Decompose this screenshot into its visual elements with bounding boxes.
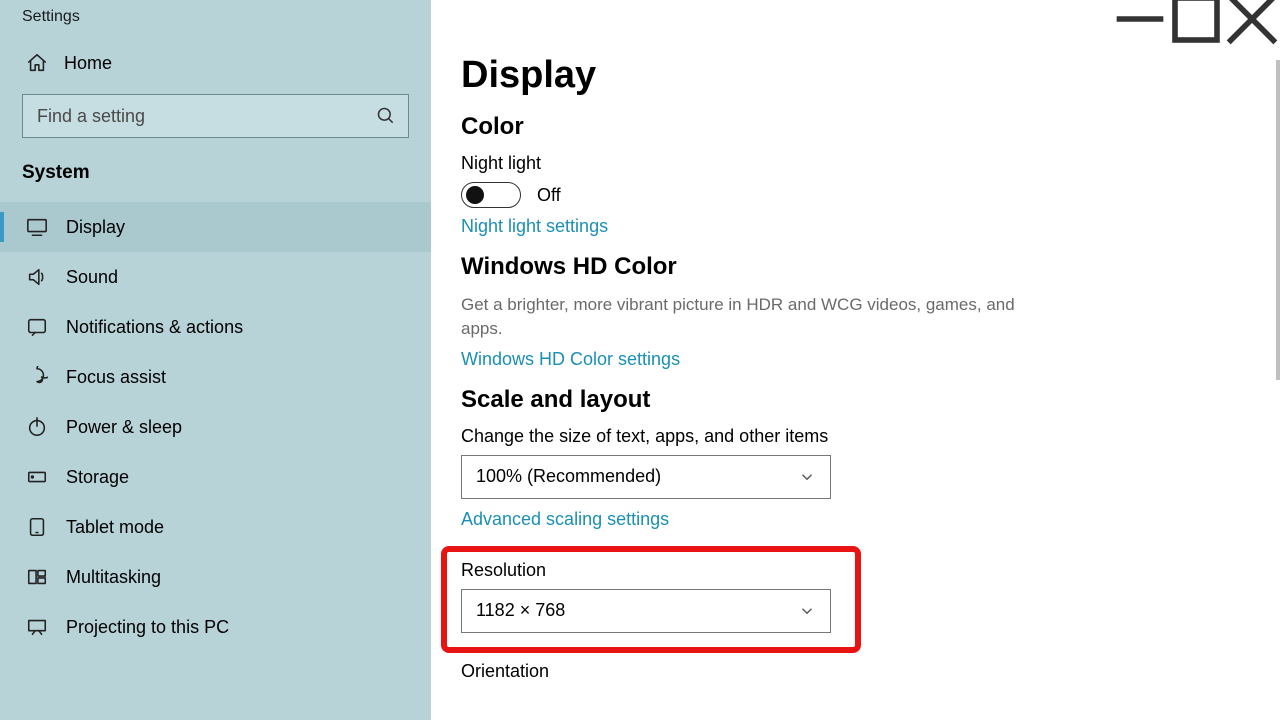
page-title: Display (461, 54, 1250, 97)
sidebar-item-label: Projecting to this PC (66, 617, 229, 638)
sidebar-item-label: Sound (66, 267, 118, 288)
advanced-scaling-link[interactable]: Advanced scaling settings (461, 509, 1250, 530)
search-icon (376, 106, 396, 126)
sidebar-item-storage[interactable]: Storage (0, 452, 431, 502)
sidebar-item-projecting[interactable]: Projecting to this PC (0, 602, 431, 652)
multitasking-icon (26, 566, 48, 588)
night-light-state: Off (537, 185, 561, 206)
sidebar-item-notifications[interactable]: Notifications & actions (0, 302, 431, 352)
power-icon (26, 416, 48, 438)
focus-assist-icon (26, 366, 48, 388)
sound-icon (26, 266, 48, 288)
sidebar-item-label: Focus assist (66, 367, 166, 388)
sidebar-item-label: Tablet mode (66, 517, 164, 538)
content-pane: Display Color Night light Off Night ligh… (431, 0, 1280, 720)
night-light-label: Night light (461, 153, 1250, 174)
orientation-label: Orientation (461, 661, 1250, 682)
tablet-icon (26, 516, 48, 538)
sidebar-home-label: Home (64, 53, 112, 74)
sidebar-item-label: Power & sleep (66, 417, 182, 438)
section-hd-heading: Windows HD Color (461, 253, 1250, 281)
projecting-icon (26, 616, 48, 638)
hd-description: Get a brighter, more vibrant picture in … (461, 293, 1041, 341)
text-size-label: Change the size of text, apps, and other… (461, 426, 1250, 447)
sidebar-home[interactable]: Home (0, 38, 431, 88)
text-scaling-dropdown[interactable]: 100% (Recommended) (461, 455, 831, 499)
search-input-container[interactable] (22, 94, 409, 138)
display-icon (26, 216, 48, 238)
chevron-down-icon (798, 468, 816, 486)
section-scale-heading: Scale and layout (461, 386, 1250, 414)
home-icon (26, 52, 48, 74)
section-color-heading: Color (461, 113, 1250, 141)
sidebar-item-sound[interactable]: Sound (0, 252, 431, 302)
resolution-label: Resolution (461, 560, 841, 581)
sidebar-category: System (0, 156, 431, 202)
resolution-value: 1182 × 768 (476, 600, 565, 621)
sidebar-item-focus-assist[interactable]: Focus assist (0, 352, 431, 402)
resolution-dropdown[interactable]: 1182 × 768 (461, 589, 831, 633)
text-scaling-value: 100% (Recommended) (476, 466, 661, 487)
scrollbar[interactable] (1276, 60, 1280, 380)
resolution-highlight: Resolution 1182 × 768 (441, 546, 861, 653)
sidebar-item-tablet[interactable]: Tablet mode (0, 502, 431, 552)
sidebar: Home System Display Sound Notifications … (0, 0, 431, 720)
sidebar-item-label: Display (66, 217, 125, 238)
storage-icon (26, 466, 48, 488)
sidebar-item-power[interactable]: Power & sleep (0, 402, 431, 452)
sidebar-item-label: Multitasking (66, 567, 161, 588)
chevron-down-icon (798, 602, 816, 620)
sidebar-item-multitasking[interactable]: Multitasking (0, 552, 431, 602)
night-light-settings-link[interactable]: Night light settings (461, 216, 1250, 237)
night-light-toggle[interactable] (461, 182, 521, 208)
toggle-knob (466, 186, 484, 204)
sidebar-item-display[interactable]: Display (0, 202, 431, 252)
sidebar-item-label: Storage (66, 467, 129, 488)
notifications-icon (26, 316, 48, 338)
window-title: Settings (22, 8, 80, 26)
sidebar-item-label: Notifications & actions (66, 317, 243, 338)
search-input[interactable] (37, 106, 376, 127)
hd-color-settings-link[interactable]: Windows HD Color settings (461, 349, 1250, 370)
